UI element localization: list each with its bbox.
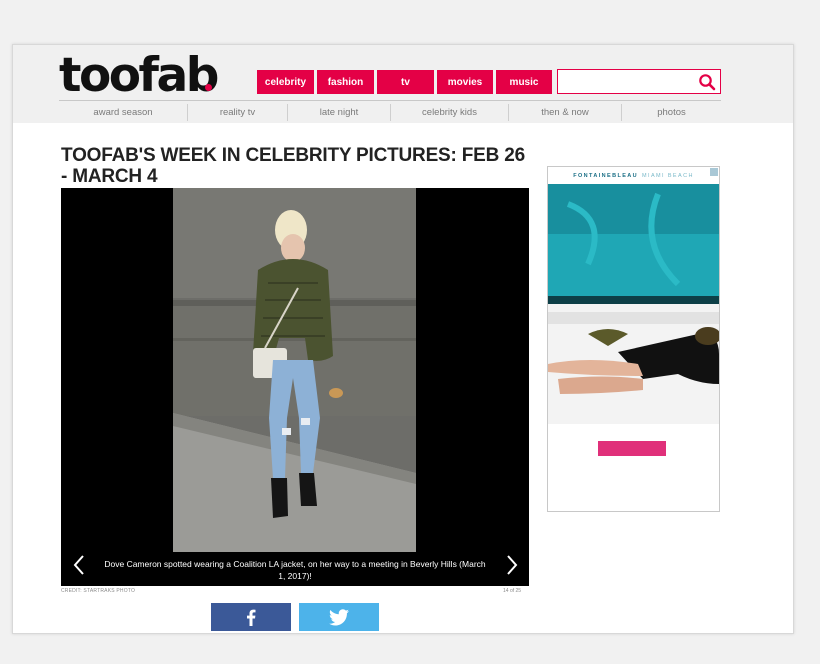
photo-credit: CREDIT: STARTRAKS PHOTO <box>61 588 136 594</box>
subnav-award-season[interactable]: award season <box>59 102 187 123</box>
subnav-photos[interactable]: photos <box>622 102 721 123</box>
search-input[interactable] <box>558 70 693 93</box>
ad-brand-name: FONTAINEBLEAU <box>573 172 639 179</box>
nav-fashion[interactable]: fashion <box>317 70 374 94</box>
search-icon[interactable] <box>698 73 716 91</box>
nav-movies[interactable]: movies <box>437 70 493 94</box>
next-arrow-icon[interactable] <box>504 554 520 576</box>
sub-navigation: award season reality tv late night celeb… <box>59 102 721 123</box>
ad-brand: FONTAINEBLEAU MIAMI BEACH <box>548 167 719 184</box>
search-box <box>557 69 721 94</box>
gallery-photo <box>173 188 416 552</box>
twitter-share-button[interactable] <box>299 603 379 631</box>
subnav-then-now[interactable]: then & now <box>509 102 621 123</box>
advertisement[interactable]: FONTAINEBLEAU MIAMI BEACH <box>547 166 720 512</box>
ad-brand-location: MIAMI BEACH <box>642 172 694 179</box>
ad-cta-button[interactable] <box>598 441 666 456</box>
twitter-icon <box>329 608 349 625</box>
nav-tv[interactable]: tv <box>377 70 434 94</box>
page-frame: toofab celebrity fashion tv movies music… <box>12 44 794 634</box>
site-logo[interactable]: toofab <box>59 49 219 103</box>
logo-dot <box>205 84 212 91</box>
ad-choices-icon[interactable] <box>710 168 718 176</box>
site-header: toofab celebrity fashion tv movies music… <box>13 45 793 123</box>
article-title: TOOFAB'S WEEK IN CELEBRITY PICTURES: FEB… <box>61 145 525 187</box>
subnav-late-night[interactable]: late night <box>288 102 390 123</box>
nav-celebrity[interactable]: celebrity <box>257 70 314 94</box>
previous-arrow-icon[interactable] <box>71 554 87 576</box>
nav-music[interactable]: music <box>496 70 552 94</box>
ad-image <box>548 184 719 424</box>
subnav-divider <box>59 100 721 101</box>
subnav-reality-tv[interactable]: reality tv <box>188 102 287 123</box>
gallery-caption: Dove Cameron spotted wearing a Coalition… <box>104 559 486 581</box>
subnav-celebrity-kids[interactable]: celebrity kids <box>391 102 508 123</box>
facebook-icon <box>247 609 256 626</box>
facebook-share-button[interactable] <box>211 603 291 631</box>
photo-gallery: Dove Cameron spotted wearing a Coalition… <box>61 188 529 586</box>
gallery-counter: 14 of 25 <box>503 588 522 594</box>
